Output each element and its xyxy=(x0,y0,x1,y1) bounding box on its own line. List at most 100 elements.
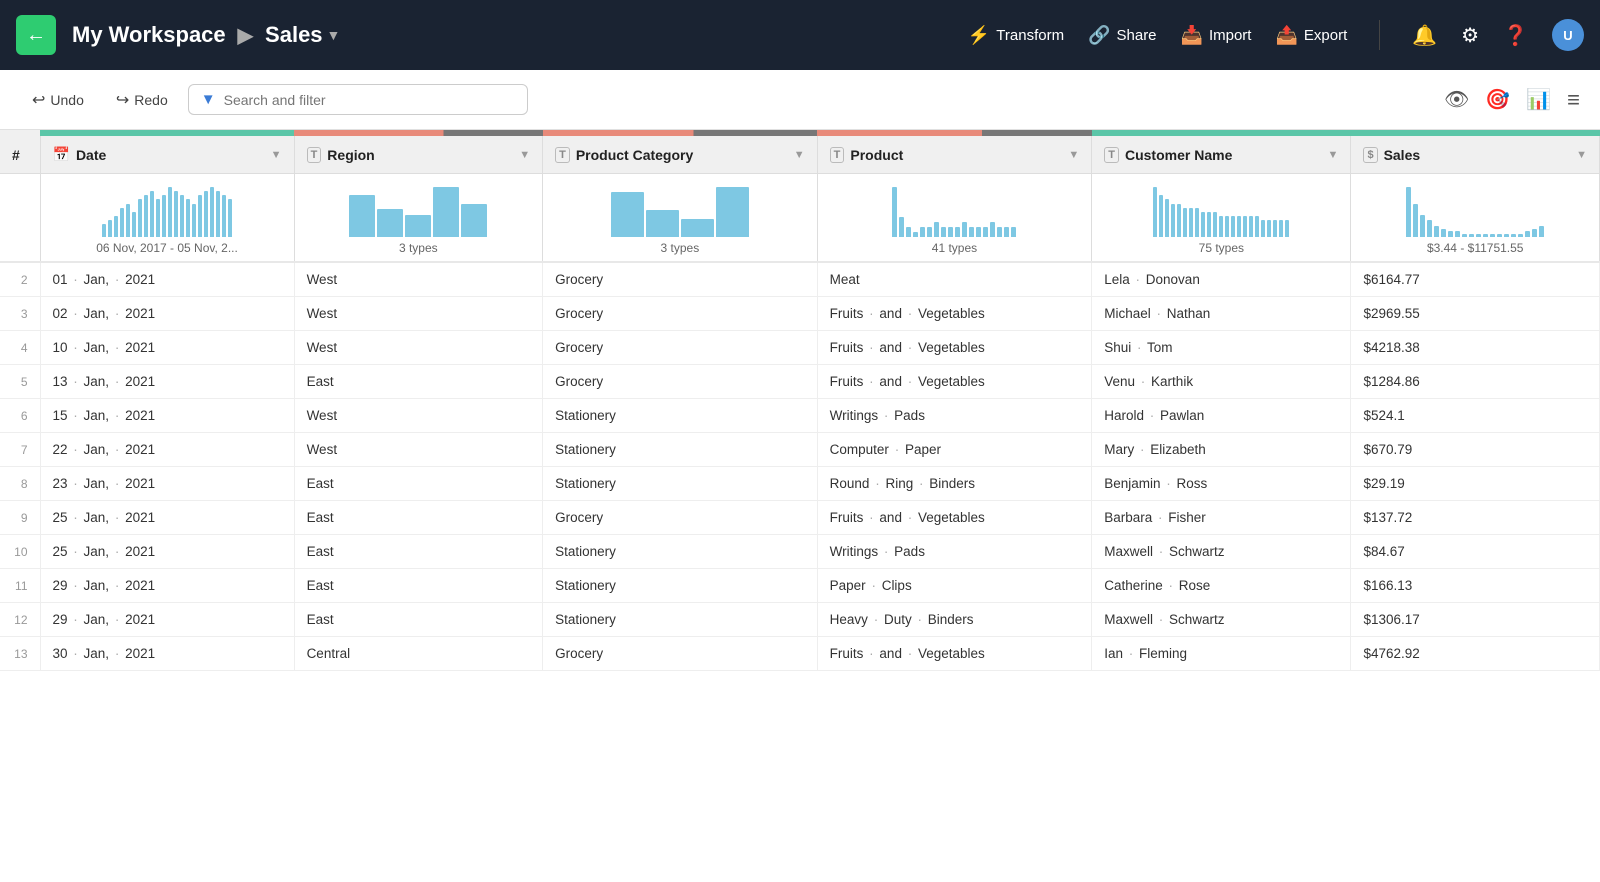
cell-rownum: 10 xyxy=(0,535,40,569)
cell-sales: $84.67 xyxy=(1351,535,1600,569)
help-icon[interactable]: ❓ xyxy=(1503,23,1528,48)
cell-region: West xyxy=(294,297,543,331)
cell-region: East xyxy=(294,535,543,569)
cell-product-category: Grocery xyxy=(543,262,818,297)
cell-rownum: 2 xyxy=(0,262,40,297)
col-header-sales[interactable]: $ Sales ▼ xyxy=(1351,136,1600,174)
customer-sort-icon: ▼ xyxy=(1328,149,1339,161)
col-header-date[interactable]: 📅 Date ▼ xyxy=(40,136,294,174)
region-chart xyxy=(307,182,531,237)
cell-date: 02 · Jan, · 2021 xyxy=(40,297,294,331)
cell-product-category: Grocery xyxy=(543,365,818,399)
table-row[interactable]: 1229 · Jan, · 2021EastStationeryHeavy · … xyxy=(0,603,1600,637)
cell-product-category: Stationery xyxy=(543,603,818,637)
cell-rownum: 4 xyxy=(0,331,40,365)
cell-customer-name: Michael · Nathan xyxy=(1092,297,1351,331)
avatar[interactable]: U xyxy=(1552,19,1584,51)
back-button[interactable]: ← xyxy=(16,15,56,55)
cell-product: Fruits · and · Vegetables xyxy=(817,637,1092,671)
table-row[interactable]: 1330 · Jan, · 2021CentralGroceryFruits ·… xyxy=(0,637,1600,671)
cell-product: Fruits · and · Vegetables xyxy=(817,501,1092,535)
project-label[interactable]: Sales ▼ xyxy=(265,22,340,48)
export-icon: 📤 xyxy=(1275,25,1297,46)
share-button[interactable]: 🔗 Share xyxy=(1088,25,1156,46)
cell-customer-name: Shui · Tom xyxy=(1092,331,1351,365)
cell-date: 01 · Jan, · 2021 xyxy=(40,262,294,297)
cell-date: 25 · Jan, · 2021 xyxy=(40,535,294,569)
workspace-label: My Workspace xyxy=(72,22,226,48)
cell-product-category: Stationery xyxy=(543,433,818,467)
region-sort-icon: ▼ xyxy=(519,149,530,161)
col-header-region[interactable]: T Region ▼ xyxy=(294,136,543,174)
cell-rownum: 9 xyxy=(0,501,40,535)
nav-divider xyxy=(1379,20,1380,50)
settings-icon[interactable]: ⚙ xyxy=(1461,23,1479,48)
table-body: 201 · Jan, · 2021WestGroceryMeatLela · D… xyxy=(0,262,1600,671)
cell-date: 25 · Jan, · 2021 xyxy=(40,501,294,535)
col-header-product-category[interactable]: T Product Category ▼ xyxy=(543,136,818,174)
notifications-icon[interactable]: 🔔 xyxy=(1412,23,1437,48)
table-row[interactable]: 615 · Jan, · 2021WestStationeryWritings … xyxy=(0,399,1600,433)
cell-rownum: 6 xyxy=(0,399,40,433)
table-row[interactable]: 201 · Jan, · 2021WestGroceryMeatLela · D… xyxy=(0,262,1600,297)
table-row[interactable]: 722 · Jan, · 2021WestStationeryComputer … xyxy=(0,433,1600,467)
cell-date: 29 · Jan, · 2021 xyxy=(40,603,294,637)
transform-icon: ⚡ xyxy=(968,25,990,46)
cell-date: 15 · Jan, · 2021 xyxy=(40,399,294,433)
col-header-rownum: # xyxy=(0,136,40,174)
filter-icon: ▼ xyxy=(201,91,216,108)
cell-product: Heavy · Duty · Binders xyxy=(817,603,1092,637)
col-header-product[interactable]: T Product ▼ xyxy=(817,136,1092,174)
undo-icon: ↩ xyxy=(32,90,45,110)
product-chart xyxy=(830,182,1080,237)
table-row[interactable]: 925 · Jan, · 2021EastGroceryFruits · and… xyxy=(0,501,1600,535)
cell-sales: $1306.17 xyxy=(1351,603,1600,637)
top-nav: ← My Workspace ▶ Sales ▼ ⚡ Transform 🔗 S… xyxy=(0,0,1600,70)
search-box[interactable]: ▼ xyxy=(188,84,528,115)
transform-button[interactable]: ⚡ Transform xyxy=(968,25,1064,46)
nav-actions: ⚡ Transform 🔗 Share 📥 Import 📤 Export 🔔 … xyxy=(968,19,1584,51)
cell-region: West xyxy=(294,433,543,467)
search-input[interactable] xyxy=(224,92,515,108)
cell-product: Computer · Paper xyxy=(817,433,1092,467)
export-button[interactable]: 📤 Export xyxy=(1275,25,1347,46)
cell-product-category: Grocery xyxy=(543,297,818,331)
cell-customer-name: Lela · Donovan xyxy=(1092,262,1351,297)
cell-product-category: Stationery xyxy=(543,467,818,501)
stats-rownum xyxy=(0,174,40,263)
sales-chart xyxy=(1363,182,1587,237)
layout-icon[interactable]: ≡ xyxy=(1567,87,1580,113)
cell-rownum: 7 xyxy=(0,433,40,467)
cell-region: East xyxy=(294,501,543,535)
table-row[interactable]: 1129 · Jan, · 2021EastStationeryPaper · … xyxy=(0,569,1600,603)
table-row[interactable]: 823 · Jan, · 2021EastStationeryRound · R… xyxy=(0,467,1600,501)
table-row[interactable]: 410 · Jan, · 2021WestGroceryFruits · and… xyxy=(0,331,1600,365)
undo-button[interactable]: ↩ Undo xyxy=(20,84,96,116)
customer-chart xyxy=(1104,182,1338,237)
chart-icon[interactable]: 📊 xyxy=(1526,87,1551,112)
cell-sales: $1284.86 xyxy=(1351,365,1600,399)
visibility-icon[interactable]: 👁 xyxy=(1444,87,1469,112)
table-row[interactable]: 513 · Jan, · 2021EastGroceryFruits · and… xyxy=(0,365,1600,399)
cell-customer-name: Harold · Pawlan xyxy=(1092,399,1351,433)
cell-sales: $4218.38 xyxy=(1351,331,1600,365)
target-icon[interactable]: 🎯 xyxy=(1485,87,1510,112)
cell-sales: $6164.77 xyxy=(1351,262,1600,297)
cell-customer-name: Catherine · Rose xyxy=(1092,569,1351,603)
cell-sales: $2969.55 xyxy=(1351,297,1600,331)
cell-region: East xyxy=(294,603,543,637)
col-header-customer[interactable]: T Customer Name ▼ xyxy=(1092,136,1351,174)
table-row[interactable]: 302 · Jan, · 2021WestGroceryFruits · and… xyxy=(0,297,1600,331)
cell-customer-name: Ian · Fleming xyxy=(1092,637,1351,671)
redo-button[interactable]: ↪ Redo xyxy=(104,84,180,116)
import-button[interactable]: 📥 Import xyxy=(1181,25,1252,46)
cell-product: Writings · Pads xyxy=(817,399,1092,433)
cell-customer-name: Maxwell · Schwartz xyxy=(1092,535,1351,569)
cell-sales: $137.72 xyxy=(1351,501,1600,535)
cell-date: 10 · Jan, · 2021 xyxy=(40,331,294,365)
table-row[interactable]: 1025 · Jan, · 2021EastStationeryWritings… xyxy=(0,535,1600,569)
cell-rownum: 5 xyxy=(0,365,40,399)
cell-rownum: 8 xyxy=(0,467,40,501)
nav-brand: My Workspace ▶ Sales ▼ xyxy=(72,22,340,48)
cell-sales: $29.19 xyxy=(1351,467,1600,501)
